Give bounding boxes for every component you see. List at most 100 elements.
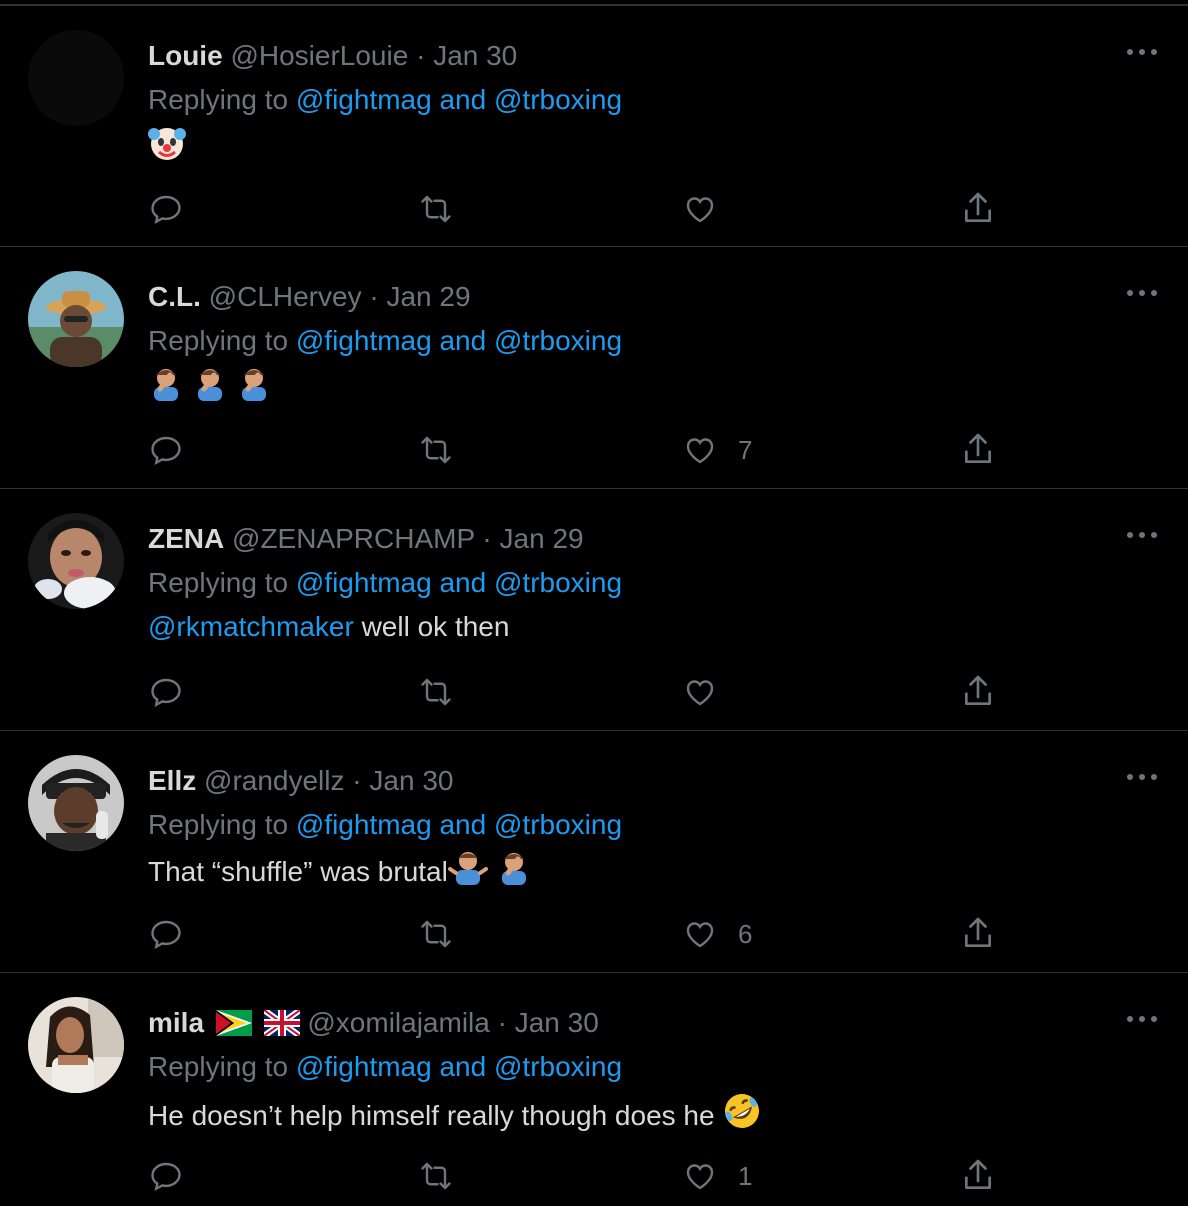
share-button[interactable] [958,425,998,475]
retweet-button[interactable] [414,184,458,234]
reply-button[interactable] [148,425,184,475]
share-button[interactable] [958,184,998,234]
author-name[interactable]: Louie [148,40,223,71]
separator-dot: · [497,1007,507,1038]
author-handle[interactable]: @ZENAPRCHAMP [232,523,475,554]
share-button[interactable] [958,1151,998,1201]
mention-link[interactable]: @fightmag [296,1051,432,1082]
reply-button[interactable] [148,1151,184,1201]
retweet-button[interactable] [414,1151,458,1201]
tweet-date[interactable]: Jan 30 [515,1007,599,1038]
share-icon [965,192,991,222]
separator-dot: · [352,765,362,796]
replying-to: Replying to @fightmag and @trboxing [148,80,622,120]
like-icon [686,1164,714,1190]
reply-icon [151,436,181,466]
replying-to: Replying to @fightmag and @trboxing [148,563,622,603]
more-icon [1127,1016,1157,1022]
retweet-button[interactable] [414,909,458,959]
tweet[interactable]: Louie @HosierLouie · Jan 30 Replying to … [0,4,1188,245]
retweet-button[interactable] [414,425,458,475]
mention-link[interactable]: @trboxing [494,84,622,115]
mention-link[interactable]: @trboxing [494,809,622,840]
more-icon [1127,532,1157,538]
mention-link[interactable]: @trboxing [494,567,622,598]
share-icon [965,1159,991,1189]
like-count: 6 [738,918,753,949]
tweet-body: He doesn’t help himself really though do… [148,1091,762,1142]
tweet[interactable]: C.L. @CLHervey · Jan 29 Replying to @fig… [0,246,1188,487]
tweet-text: That “shuffle” was brutal [148,856,448,887]
tweet-date[interactable]: Jan 29 [500,523,584,554]
author-handle[interactable]: @CLHervey [209,281,362,312]
tweet[interactable]: mila @xomilajamila · Jan 30 Replying to … [0,972,1188,1206]
like-button[interactable]: 7 [682,425,752,475]
tweet-body: @rkmatchmaker well ok then [148,607,509,647]
replying-and[interactable]: and [439,809,486,840]
man-shrugging-emoji [447,849,488,898]
avatar[interactable] [28,513,124,609]
like-button[interactable] [682,667,738,717]
reply-button[interactable] [148,667,184,717]
like-icon [686,438,714,464]
mention-link[interactable]: @trboxing [494,325,622,356]
like-icon [686,922,714,948]
mention-link[interactable]: @fightmag [296,325,432,356]
retweet-button[interactable] [414,667,458,717]
replying-to: Replying to @fightmag and @trboxing [148,1047,622,1087]
avatar[interactable] [28,997,124,1093]
more-options-button[interactable] [1124,42,1160,62]
author-handle[interactable]: @xomilajamila [307,1007,489,1038]
share-button[interactable] [958,667,998,717]
like-button[interactable] [682,184,738,234]
retweet-icon [421,436,451,464]
tweet-actions [0,184,1188,234]
author-name[interactable]: Ellz [148,765,196,796]
tweet-text: well ok then [361,611,510,642]
avatar[interactable] [28,30,124,126]
mention-link[interactable]: @fightmag [296,809,432,840]
reply-button[interactable] [148,909,184,959]
tweet-date[interactable]: Jan 29 [386,281,470,312]
like-count: 7 [738,434,753,465]
mention-link[interactable]: @trboxing [494,1051,622,1082]
like-button[interactable]: 6 [682,909,752,959]
replying-and[interactable]: and [439,1051,486,1082]
mention-link[interactable]: @rkmatchmaker [148,611,354,642]
man-facepalming-emoji [192,365,228,414]
tweet-date[interactable]: Jan 30 [369,765,453,796]
replying-and[interactable]: and [439,325,486,356]
mention-link[interactable]: @fightmag [296,84,432,115]
author-name[interactable]: ZENA [148,523,224,554]
more-options-button[interactable] [1124,283,1160,303]
share-button[interactable] [958,909,998,959]
like-button[interactable]: 1 [682,1151,752,1201]
more-options-button[interactable] [1124,525,1160,545]
tweet-header: C.L. @CLHervey · Jan 29 [148,277,471,317]
author-handle[interactable]: @randyellz [204,765,344,796]
tweet-header: mila @xomilajamila · Jan 30 [148,1003,599,1047]
separator-dot: · [369,281,379,312]
share-icon [965,433,991,463]
avatar[interactable] [28,755,124,851]
clown-face-emoji [148,124,186,173]
more-icon [1127,290,1157,296]
author-name[interactable]: C.L. [148,281,201,312]
tweet-actions: 1 [0,1151,1188,1201]
avatar[interactable] [28,271,124,367]
tweet[interactable]: Ellz @randyellz · Jan 30 Replying to @fi… [0,730,1188,971]
tweet-header: Ellz @randyellz · Jan 30 [148,761,453,801]
replying-and[interactable]: and [439,84,486,115]
author-handle[interactable]: @HosierLouie [230,40,408,71]
more-options-button[interactable] [1124,1009,1160,1029]
reply-icon [151,1162,181,1192]
reply-button[interactable] [148,184,184,234]
reply-feed: Louie @HosierLouie · Jan 30 Replying to … [0,0,1188,1206]
replying-to: Replying to @fightmag and @trboxing [148,805,622,845]
tweet-date[interactable]: Jan 30 [433,40,517,71]
mention-link[interactable]: @fightmag [296,567,432,598]
author-name[interactable]: mila [148,1007,204,1038]
tweet[interactable]: ZENA @ZENAPRCHAMP · Jan 29 Replying to @… [0,488,1188,729]
replying-and[interactable]: and [439,567,486,598]
more-options-button[interactable] [1124,767,1160,787]
